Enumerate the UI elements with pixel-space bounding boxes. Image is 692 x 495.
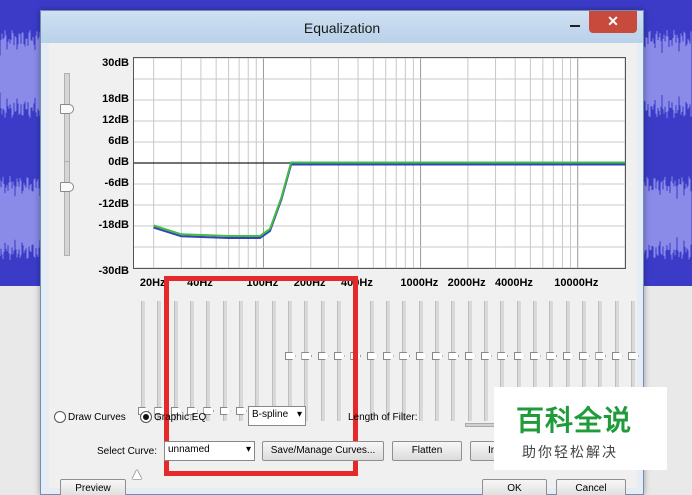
eq-band-thumb[interactable] (546, 352, 558, 360)
db-tick-label: 18dB (102, 93, 129, 105)
db-tick-label: -6dB (104, 177, 129, 189)
minimize-button[interactable] (562, 13, 588, 33)
hz-tick-label: 4000Hz (494, 277, 533, 289)
ok-button[interactable]: OK (482, 479, 547, 495)
eq-band-slider[interactable] (399, 301, 411, 421)
title-bar[interactable]: Equalization ✕ (41, 11, 643, 43)
preview-button[interactable]: Preview (60, 479, 126, 495)
db-tick-label: -30dB (98, 265, 129, 277)
cancel-button[interactable]: Cancel (556, 479, 626, 495)
eq-curve-plot[interactable] (133, 57, 626, 269)
draw-curves-radio[interactable] (54, 411, 66, 423)
db-tick-label: 12dB (102, 114, 129, 126)
eq-curve-graph (134, 58, 625, 268)
eq-band-slider[interactable] (432, 301, 443, 421)
eq-band-thumb[interactable] (497, 352, 509, 360)
hz-tick-label: 1000Hz (400, 277, 439, 289)
window-title: Equalization (303, 20, 381, 36)
save-manage-curves-button[interactable]: Save/Manage Curves... (262, 441, 384, 461)
select-curve-label: Select Curve: (97, 446, 158, 457)
draw-curves-option[interactable]: Draw Curves (54, 411, 126, 423)
eq-band-thumb[interactable] (579, 352, 590, 360)
watermark-logo: 百科全说 助你轻松解决 (494, 387, 667, 470)
hz-tick-label: 2000Hz (447, 277, 486, 289)
waveform-left-2 (0, 176, 44, 260)
waveform-right-2 (642, 176, 692, 260)
eq-curve-green (153, 161, 625, 237)
eq-band-thumb[interactable] (448, 352, 460, 360)
eq-band-thumb[interactable] (366, 352, 378, 360)
filter-length-label: Length of Filter: (348, 412, 418, 423)
interpolation-select[interactable]: B-spline (248, 406, 306, 426)
flatten-button[interactable]: Flatten (392, 441, 462, 461)
db-tick-label: 0dB (108, 156, 129, 168)
hz-tick-label: 20Hz (139, 277, 166, 289)
db-tick-label: -18dB (98, 219, 129, 231)
min-db-slider-thumb[interactable] (60, 182, 74, 192)
eq-band-thumb[interactable] (513, 352, 525, 360)
eq-band-thumb[interactable] (415, 352, 427, 360)
eq-band-slider[interactable] (383, 301, 394, 421)
eq-band-thumb[interactable] (481, 352, 492, 360)
eq-band-thumb[interactable] (464, 352, 476, 360)
db-tick-label: -12dB (98, 198, 129, 210)
eq-band-thumb[interactable] (628, 352, 639, 360)
eq-band-thumb[interactable] (611, 352, 623, 360)
eq-band-thumb[interactable] (530, 352, 541, 360)
eq-band-thumb[interactable] (399, 352, 411, 360)
min-db-slider[interactable] (60, 161, 74, 256)
eq-band-slider[interactable] (154, 301, 166, 421)
waveform-right (642, 29, 692, 119)
graphic-eq-radio[interactable] (140, 411, 152, 423)
eq-band-slider[interactable] (448, 301, 460, 421)
db-tick-label: 6dB (108, 135, 129, 147)
eq-band-thumb[interactable] (595, 352, 607, 360)
graphic-eq-label: Graphic EQ (154, 411, 207, 423)
curve-select[interactable]: unnamed (164, 441, 255, 461)
watermark-subtitle: 助你轻松解决 (522, 444, 618, 460)
hz-tick-label: 10000Hz (554, 277, 599, 289)
eq-band-thumb[interactable] (562, 352, 574, 360)
close-button[interactable]: ✕ (589, 11, 637, 33)
draw-curves-label: Draw Curves (68, 411, 126, 423)
eq-band-slider[interactable] (366, 301, 378, 421)
waveform-left (0, 30, 44, 118)
eq-band-thumb[interactable] (383, 352, 394, 360)
mouse-cursor-icon: ▲ (129, 466, 145, 483)
max-db-slider-thumb[interactable] (60, 104, 74, 114)
eq-band-slider[interactable] (464, 301, 476, 421)
db-tick-label: 30dB (102, 57, 129, 69)
eq-band-slider[interactable] (415, 301, 427, 421)
eq-curve-blue (153, 163, 625, 239)
close-icon: ✕ (607, 13, 619, 29)
eq-band-slider[interactable] (138, 301, 149, 421)
eq-band-thumb[interactable] (432, 352, 443, 360)
graphic-eq-option[interactable]: Graphic EQ (140, 411, 206, 423)
eq-band-slider[interactable] (481, 301, 492, 421)
watermark-title: 百科全说 (516, 405, 633, 436)
